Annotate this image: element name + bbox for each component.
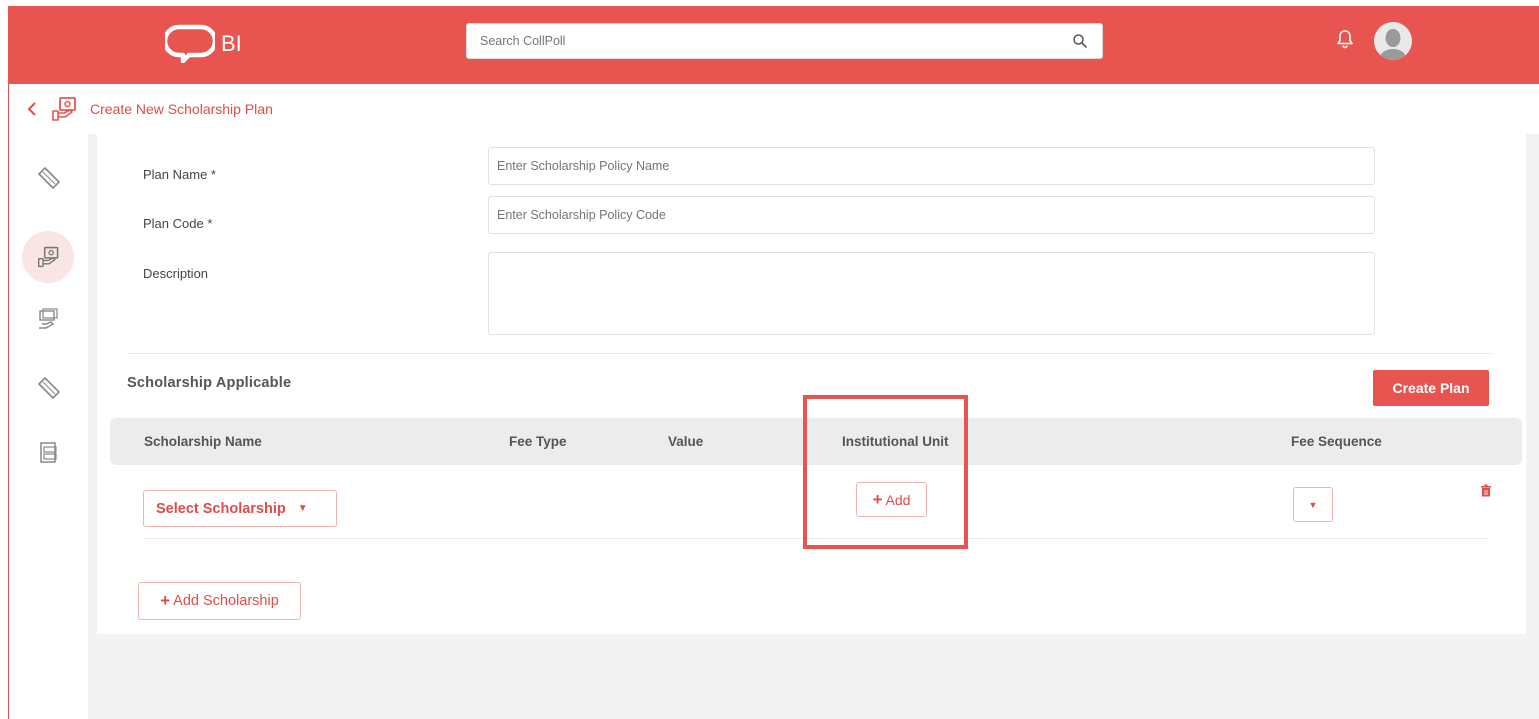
- logo[interactable]: BI: [165, 21, 242, 63]
- column-header-fee-type: Fee Type: [509, 434, 567, 449]
- plus-icon: +: [160, 591, 171, 610]
- form-card: Plan Name * Plan Code * Description Scho…: [97, 134, 1526, 634]
- plan-name-label: Plan Name *: [143, 167, 216, 182]
- scholarship-plan-icon: [52, 97, 76, 121]
- plan-code-label: Plan Code *: [143, 216, 213, 231]
- user-avatar-icon: [1374, 22, 1412, 60]
- search-input[interactable]: [467, 24, 1057, 58]
- select-scholarship-dropdown[interactable]: Select Scholarship ▼: [143, 490, 337, 527]
- bell-icon[interactable]: [1336, 29, 1354, 49]
- add-scholarship-label: Add Scholarship: [173, 593, 279, 609]
- sidebar-item-ticket[interactable]: [31, 160, 67, 196]
- column-header-scholarship-name: Scholarship Name: [144, 434, 262, 449]
- scholarship-plan-icon: [38, 246, 59, 268]
- money-hand-icon: [39, 308, 58, 329]
- logo-text: BI: [221, 31, 242, 56]
- column-header-value: Value: [668, 434, 704, 449]
- avatar[interactable]: [1374, 22, 1412, 60]
- create-plan-button[interactable]: Create Plan: [1373, 370, 1489, 406]
- breadcrumb: Create New Scholarship Plan: [9, 84, 1539, 134]
- trash-icon[interactable]: [1480, 484, 1492, 497]
- plan-name-input[interactable]: [488, 147, 1375, 185]
- fee-sequence-dropdown[interactable]: ▼: [1293, 487, 1333, 522]
- plan-code-input[interactable]: [488, 196, 1375, 234]
- divider: [127, 353, 1492, 354]
- section-title: Scholarship Applicable: [127, 375, 292, 391]
- sidebar-item-documents[interactable]: [31, 435, 67, 471]
- search-icon[interactable]: [1072, 33, 1088, 49]
- top-bar: BI: [9, 7, 1539, 84]
- collpoll-logo-icon: [165, 24, 215, 63]
- highlight-box: [803, 395, 968, 549]
- page-title: Create New Scholarship Plan: [90, 101, 273, 117]
- search-bar: [466, 23, 1103, 59]
- ticket-icon: [38, 377, 60, 399]
- description-textarea[interactable]: [488, 252, 1375, 335]
- column-header-fee-sequence: Fee Sequence: [1291, 434, 1382, 449]
- sidebar-item-scholarship[interactable]: [31, 239, 67, 275]
- caret-down-icon: ▼: [1308, 499, 1318, 510]
- ticket-icon: [38, 167, 60, 189]
- sidebar-item-tags[interactable]: [31, 370, 67, 406]
- app-frame: BI Cre: [8, 6, 1539, 719]
- document-icon: [40, 442, 57, 463]
- description-label: Description: [143, 266, 209, 281]
- add-scholarship-button[interactable]: + Add Scholarship: [138, 582, 301, 620]
- caret-down-icon: ▼: [297, 503, 308, 514]
- sidebar-item-payments[interactable]: [31, 302, 67, 338]
- select-scholarship-label: Select Scholarship: [156, 500, 286, 517]
- chevron-left-icon[interactable]: [27, 102, 37, 116]
